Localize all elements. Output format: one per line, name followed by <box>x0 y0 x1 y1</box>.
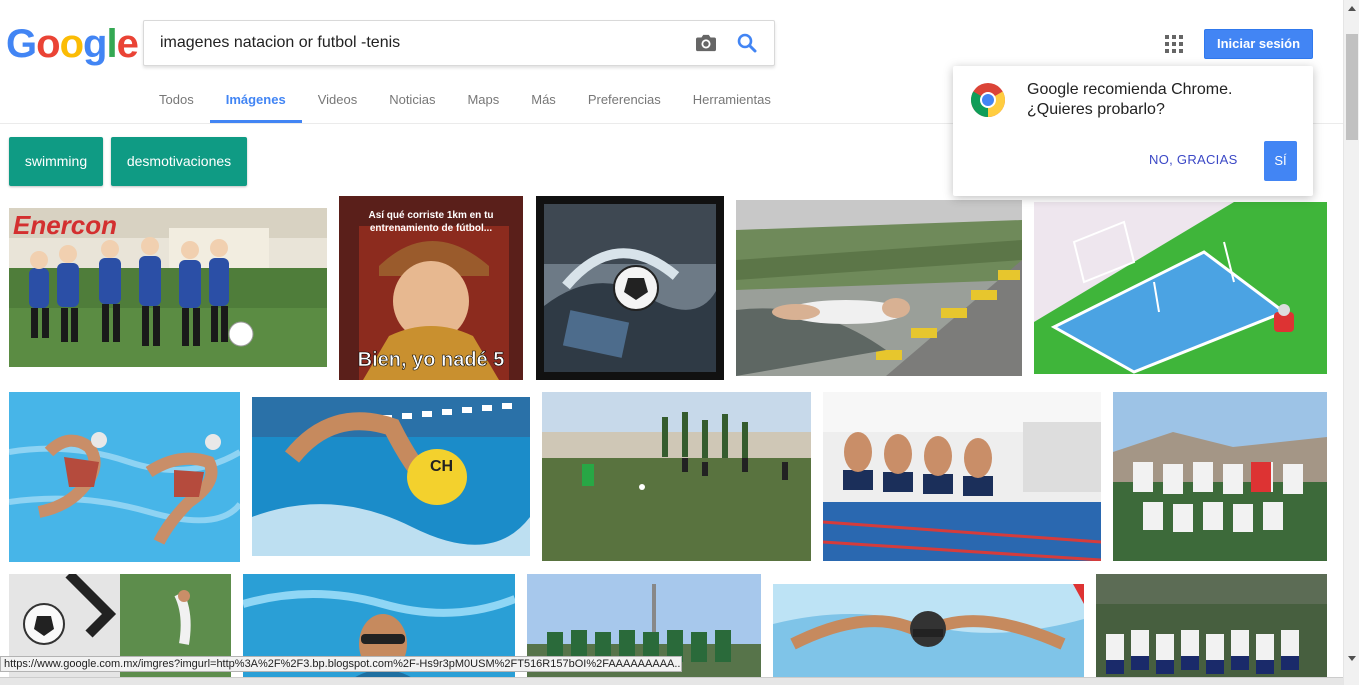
chrome-promo-line2: ¿Quieres probarlo? <box>1027 101 1165 118</box>
tab-videos[interactable]: Videos <box>302 80 374 123</box>
meme-top-text-2: entrenamiento de fútbol... <box>370 223 492 234</box>
image-result[interactable] <box>542 392 811 561</box>
meme-image: Así qué corriste 1km en tu entrenamiento… <box>339 196 523 380</box>
logo-letter: e <box>116 22 139 66</box>
stadium-swimmer-image <box>736 200 1022 376</box>
search-box <box>143 20 775 66</box>
meme-top-text-1: Así qué corriste 1km en tu <box>368 210 493 221</box>
tab-mas[interactable]: Más <box>515 80 572 123</box>
image-result[interactable] <box>1096 574 1327 685</box>
freestyle-swimmer-image: CH <box>252 397 530 556</box>
tab-preferencias[interactable]: Preferencias <box>572 80 677 123</box>
svg-text:CH: CH <box>430 458 453 475</box>
image-result[interactable] <box>1113 392 1327 561</box>
image-result[interactable] <box>773 584 1084 685</box>
image-result[interactable] <box>1034 202 1327 374</box>
kids-soccer-image: Enercon <box>9 208 327 367</box>
vertical-scrollbar[interactable] <box>1343 0 1359 685</box>
camera-icon[interactable] <box>695 33 717 53</box>
search-input[interactable] <box>160 21 680 65</box>
search-tabs: Todos Imágenes Videos Noticias Maps Más … <box>143 80 787 124</box>
logo-letter: o <box>59 22 84 66</box>
team-celebration-image <box>1096 574 1327 685</box>
image-result[interactable] <box>823 392 1101 561</box>
chrome-promo-line1: Google recomienda Chrome. <box>1027 81 1233 98</box>
cartoon-pool-field-image <box>1034 202 1327 374</box>
apps-grid-icon[interactable] <box>1165 35 1183 53</box>
image-result[interactable] <box>536 196 724 380</box>
image-result[interactable] <box>736 200 1022 376</box>
logo-letter: G <box>6 22 37 66</box>
image-result[interactable]: Enercon <box>9 208 327 367</box>
scroll-up-arrow-icon[interactable] <box>1344 0 1359 17</box>
image-result[interactable]: Así qué corriste 1km en tu entrenamiento… <box>339 196 523 380</box>
tab-todos[interactable]: Todos <box>143 80 210 123</box>
logo-letter: l <box>106 22 117 66</box>
chrome-promo-popup: Google recomienda Chrome. ¿Quieres proba… <box>953 66 1313 196</box>
image-result[interactable] <box>9 392 240 562</box>
google-images-page: Google Iniciar sesión Todos Imágenes Vid… <box>0 0 1359 685</box>
tab-noticias[interactable]: Noticias <box>373 80 451 123</box>
soccer-field-image <box>542 392 811 561</box>
signin-button[interactable]: Iniciar sesión <box>1204 29 1313 59</box>
chrome-promo-message: Google recomienda Chrome. ¿Quieres proba… <box>1027 80 1297 120</box>
search-icon[interactable] <box>737 33 757 53</box>
team-photo-image <box>1113 392 1327 561</box>
water-polo-image <box>9 392 240 562</box>
svg-text:Enercon: Enercon <box>13 210 117 240</box>
accept-chrome-button[interactable]: SÍ <box>1264 141 1297 181</box>
scroll-down-arrow-icon[interactable] <box>1344 650 1359 667</box>
scrollbar-thumb[interactable] <box>1346 34 1358 140</box>
chip-swimming[interactable]: swimming <box>9 137 103 186</box>
image-result[interactable]: CH <box>252 397 530 556</box>
google-logo[interactable]: Google <box>6 22 139 66</box>
tab-maps[interactable]: Maps <box>451 80 515 123</box>
horizontal-scrollbar[interactable] <box>0 677 1343 685</box>
link-status-bar: https://www.google.com.mx/imgres?imgurl=… <box>0 656 682 672</box>
chip-desmotivaciones[interactable]: desmotivaciones <box>111 137 247 186</box>
tab-imagenes[interactable]: Imágenes <box>209 80 302 123</box>
logo-letter: g <box>83 22 107 66</box>
meme-bottom-text: Bien, yo nadé 5 <box>358 349 505 371</box>
logo-letter: o <box>36 22 60 66</box>
chrome-logo-icon <box>971 83 1005 117</box>
swim-start-image <box>823 392 1101 561</box>
butterfly-swimmer-image <box>773 584 1084 685</box>
tab-herramientas[interactable]: Herramientas <box>677 80 787 123</box>
ball-wave-image <box>536 196 724 380</box>
decline-chrome-button[interactable]: NO, GRACIAS <box>1149 150 1238 170</box>
